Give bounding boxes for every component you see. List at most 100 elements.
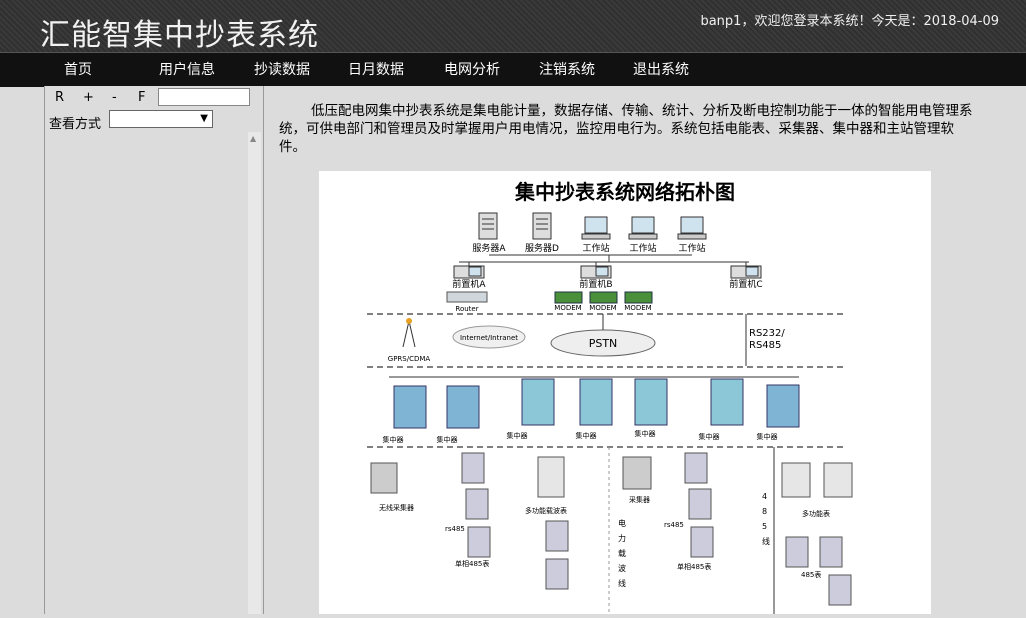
concentrator-label-1: 集中器 — [383, 435, 404, 444]
workstation-icon — [628, 216, 658, 240]
zoom-fit-button[interactable]: F — [138, 90, 145, 105]
sidebar: R + - F 查看方式 ▼ ▲ — [44, 86, 264, 614]
view-mode-label: 查看方式 — [49, 117, 102, 132]
power-carrier-char-2: 力 — [618, 533, 626, 543]
meter-icon — [545, 520, 569, 552]
concentrator-icon — [710, 378, 744, 426]
scroll-up-icon[interactable]: ▲ — [250, 134, 256, 143]
concentrator-label-2: 集中器 — [437, 435, 458, 444]
front-end-c-label: 前置机C — [729, 278, 762, 290]
modem-icon — [624, 291, 653, 304]
wireless-collector-icon — [370, 462, 398, 494]
zoom-in-button[interactable]: + — [83, 90, 94, 105]
pstn-label: PSTN — [589, 337, 618, 350]
zoom-out-button[interactable]: - — [112, 90, 117, 105]
meter-icon — [465, 488, 489, 520]
multi-meter-icon — [781, 462, 811, 498]
modem-label-3: MODEM — [624, 304, 651, 312]
tree-scrollbar[interactable]: ▲ — [248, 132, 261, 614]
intro-paragraph: 低压配电网集中抄表系统是集电能计量，数据存储、传输、统计、分析及断电控制功能于一… — [279, 103, 973, 155]
front-end-b-icon — [580, 265, 612, 279]
meter-icon — [467, 526, 491, 558]
power-carrier-char-3: 载 — [618, 548, 626, 558]
meter-485-label: 485表 — [801, 570, 821, 579]
modem-label-2: MODEM — [589, 304, 616, 312]
concentrator-label-5: 集中器 — [635, 429, 656, 438]
meter-icon — [545, 558, 569, 590]
power-carrier-char-1: 电 — [618, 518, 626, 528]
line-485-char-3: 5 — [762, 522, 767, 531]
dropdown-arrow-icon[interactable]: ▼ — [200, 111, 208, 127]
meter-485-icon — [828, 574, 852, 606]
zoom-input[interactable] — [158, 88, 250, 106]
zoom-reset-button[interactable]: R — [55, 90, 64, 105]
rs485-label-b: rs485 — [664, 521, 684, 529]
meter-icon — [684, 452, 708, 484]
server-a-label: 服务器A — [472, 242, 506, 254]
workstation-icon — [677, 216, 707, 240]
main-content: 低压配电网集中抄表系统是集电能计量，数据存储、传输、统计、分析及断电控制功能于一… — [264, 86, 1026, 614]
nav-grid-analysis[interactable]: 电网分析 — [444, 53, 500, 87]
concentrator-icon — [579, 378, 613, 426]
multi-meter-icon — [823, 462, 853, 498]
single-485-label-b: 单相485表 — [677, 562, 711, 571]
rs485-label-a: rs485 — [445, 525, 465, 533]
concentrator-label-4: 集中器 — [576, 431, 597, 440]
gprs-label: GPRS/CDMA — [388, 355, 431, 363]
concentrator-icon — [393, 385, 427, 429]
modem-icon — [554, 291, 583, 304]
meter-485-icon — [819, 536, 843, 568]
collector-icon — [622, 456, 652, 490]
workstation-label-2: 工作站 — [629, 242, 656, 254]
nav-daily-monthly[interactable]: 日月数据 — [348, 53, 404, 87]
meter-485-icon — [785, 536, 809, 568]
multi-meter-label: 多功能表 — [802, 509, 830, 518]
front-end-a-icon — [453, 265, 485, 279]
concentrator-label-7: 集中器 — [757, 432, 778, 441]
meter-icon — [688, 488, 712, 520]
server-d-icon — [532, 212, 552, 240]
server-a-icon — [478, 212, 498, 240]
modem-icon — [589, 291, 618, 304]
single-485-label-a: 单相485表 — [455, 559, 489, 568]
router-label: Router — [455, 305, 478, 313]
front-end-b-label: 前置机B — [579, 278, 612, 290]
workstation-label-1: 工作站 — [582, 242, 609, 254]
front-end-c-icon — [730, 265, 762, 279]
concentrator-icon — [446, 385, 480, 429]
concentrator-icon — [521, 378, 555, 426]
power-carrier-char-5: 线 — [618, 578, 626, 588]
concentrator-icon — [766, 384, 800, 428]
collector-label: 采集器 — [629, 495, 650, 504]
workstation-icon — [581, 216, 611, 240]
nav-exit[interactable]: 退出系统 — [633, 53, 689, 87]
modem-label-1: MODEM — [554, 304, 581, 312]
concentrator-label-6: 集中器 — [699, 432, 720, 441]
nav-user-info[interactable]: 用户信息 — [159, 53, 215, 87]
nav-meter-reading[interactable]: 抄读数据 — [254, 53, 310, 87]
nav-logout[interactable]: 注销系统 — [539, 53, 595, 87]
server-d-label: 服务器D — [525, 242, 559, 254]
nav-bar: 首页 用户信息 抄读数据 日月数据 电网分析 注销系统 退出系统 — [0, 52, 1026, 87]
diagram-title: 集中抄表系统网络拓朴图 — [514, 180, 735, 204]
power-carrier-char-4: 波 — [618, 563, 626, 573]
front-end-a-label: 前置机A — [452, 278, 486, 290]
multi-carrier-meter-icon — [537, 456, 565, 498]
line-485-char-1: 4 — [762, 492, 767, 501]
meter-icon — [690, 526, 714, 558]
multi-carrier-meter-label: 多功能载波表 — [525, 506, 567, 515]
concentrator-icon — [634, 378, 668, 426]
internet-label: Internet/Intranet — [460, 334, 518, 342]
view-mode-select[interactable]: ▼ — [109, 110, 213, 128]
gprs-tower-icon — [402, 318, 416, 348]
workstation-label-3: 工作站 — [678, 242, 705, 254]
header: 汇能智集中抄表系统 banp1，欢迎您登录本系统！今天是：2018-04-09 — [0, 0, 1026, 53]
rs232-label: RS232/ — [749, 328, 785, 339]
network-topology-diagram: 集中抄表系统网络拓朴图 服务器A 服务器D 工作站 工作站 工作站 前置机A 前… — [319, 171, 931, 614]
router-icon — [446, 291, 488, 303]
line-485-char-2: 8 — [762, 507, 767, 516]
welcome-text: banp1，欢迎您登录本系统！今天是：2018-04-09 — [700, 14, 999, 29]
wireless-collector-label: 无线采集器 — [379, 503, 414, 512]
nav-home[interactable]: 首页 — [64, 53, 92, 87]
meter-icon — [461, 452, 485, 484]
